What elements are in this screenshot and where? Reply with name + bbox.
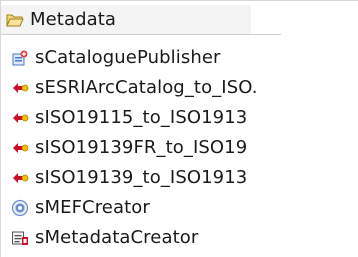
tree-item-sesriarccatalog-to-iso[interactable]: sESRIArcCatalog_to_ISO. — [1, 73, 358, 103]
tree-item-smefcreator[interactable]: sMEFCreator — [1, 193, 358, 223]
transform-icon — [11, 79, 29, 97]
item-label: sESRIArcCatalog_to_ISO. — [35, 77, 258, 98]
folder-open-icon — [6, 11, 24, 29]
item-label: sISO19139FR_to_ISO19 — [35, 137, 248, 158]
metadata-tree: Metadata sCataloguePublisher sESRIArcCat… — [0, 0, 358, 257]
tree-item-scataloguepublisher[interactable]: sCataloguePublisher — [1, 43, 358, 73]
metadata-creator-icon — [11, 229, 29, 247]
tree-folder-metadata[interactable]: Metadata — [1, 5, 251, 35]
tree-item-smetadatacreator[interactable]: sMetadataCreator — [1, 223, 358, 253]
folder-divider — [1, 34, 281, 35]
transform-icon — [11, 109, 29, 127]
item-label: sMetadataCreator — [35, 227, 199, 248]
item-label: sISO19115_to_ISO1913 — [35, 107, 248, 128]
catalogue-publisher-icon — [11, 49, 29, 67]
item-label: sMEFCreator — [35, 197, 150, 218]
item-label: sCataloguePublisher — [35, 47, 221, 68]
transform-icon — [11, 139, 29, 157]
transform-icon — [11, 169, 29, 187]
tree-item-siso19139fr-to-iso19[interactable]: sISO19139FR_to_ISO19 — [1, 133, 358, 163]
folder-label: Metadata — [30, 9, 117, 30]
tree-item-siso19139-to-iso1913[interactable]: sISO19139_to_ISO1913 — [1, 163, 358, 193]
item-label: sISO19139_to_ISO1913 — [35, 167, 248, 188]
tree-item-siso19115-to-iso1913[interactable]: sISO19115_to_ISO1913 — [1, 103, 358, 133]
ngo-badge-icon — [11, 199, 29, 217]
